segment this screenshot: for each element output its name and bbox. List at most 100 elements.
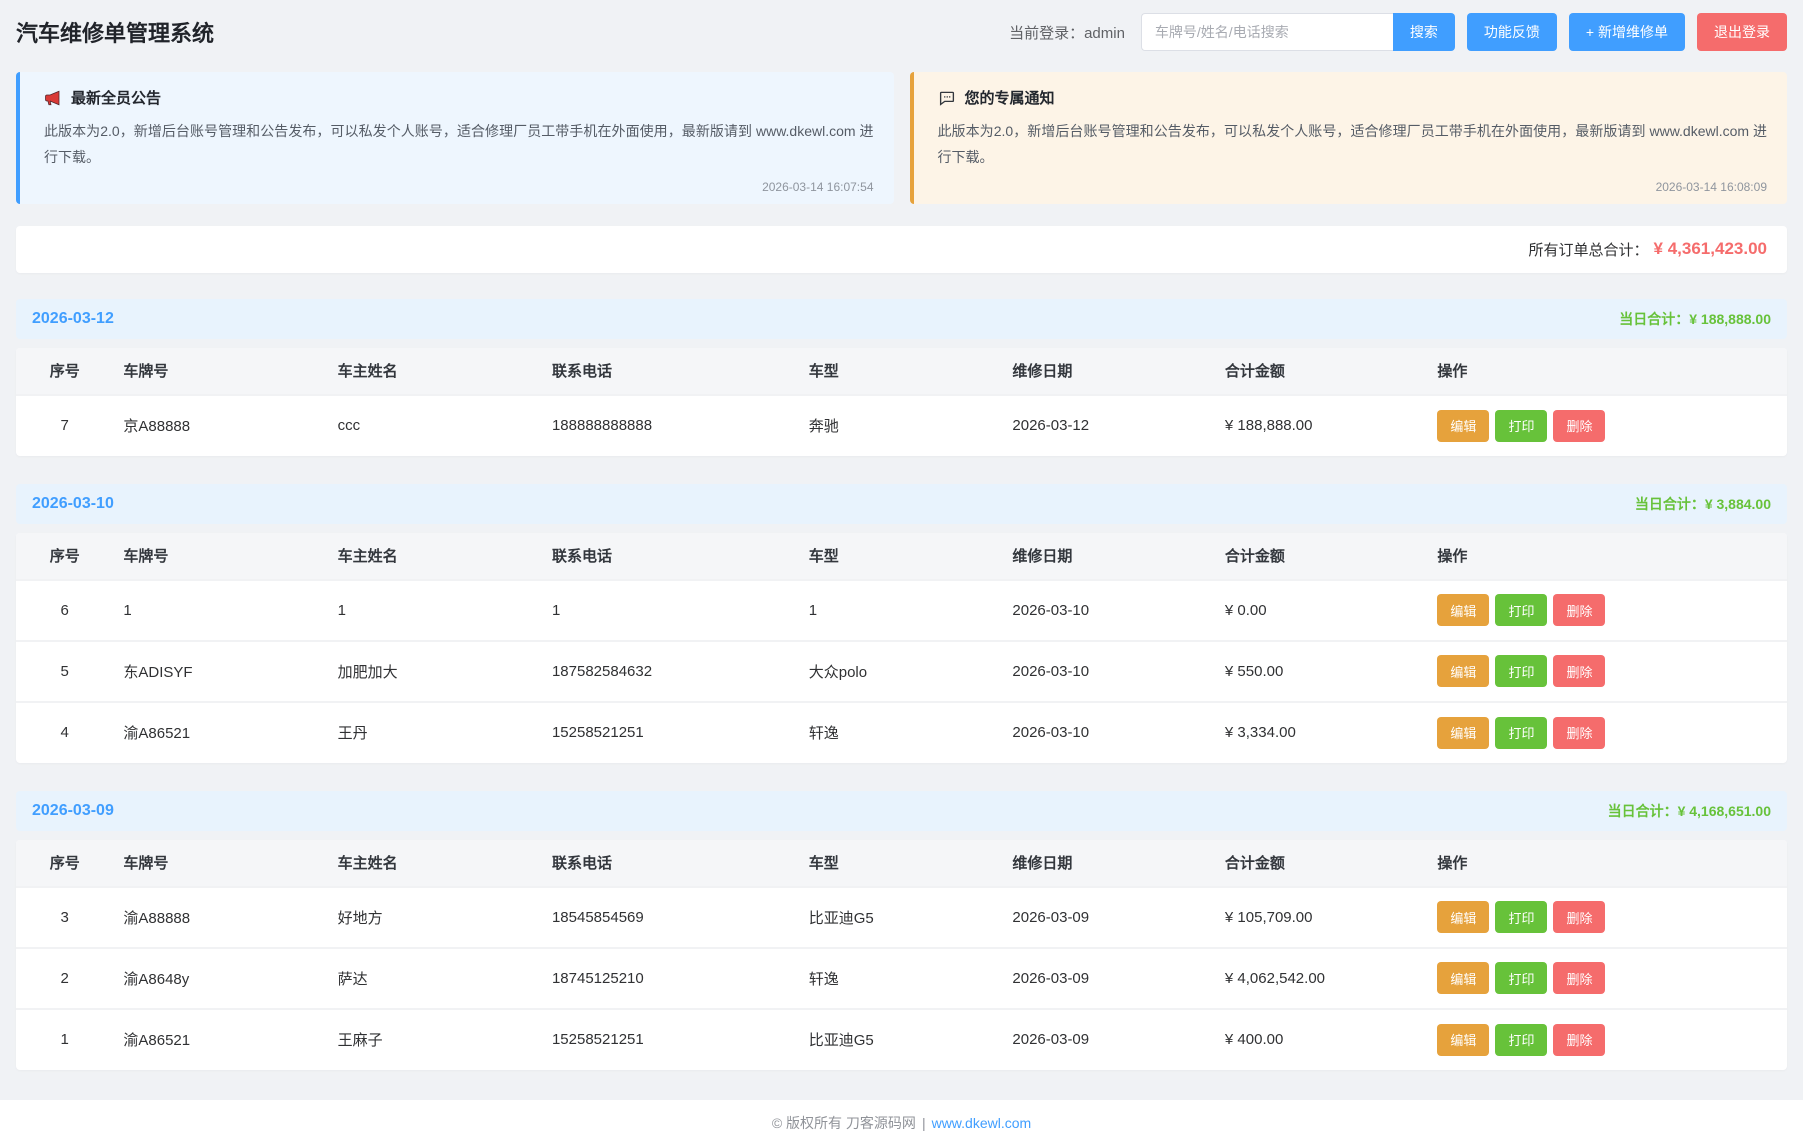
print-button[interactable]: 打印 <box>1495 410 1547 442</box>
search-input[interactable] <box>1141 13 1393 51</box>
column-header-phone: 联系电话 <box>542 840 799 887</box>
day-date: 2026-03-12 <box>32 310 114 328</box>
column-header-phone: 联系电话 <box>542 533 799 580</box>
day-date: 2026-03-10 <box>32 495 114 513</box>
edit-button[interactable]: 编辑 <box>1437 410 1489 442</box>
cell-actions: 编辑打印删除 <box>1427 702 1787 763</box>
orders-total-label: 所有订单总合计： <box>1529 239 1649 260</box>
table-row: 2渝A8648y萨达18745125210轩逸2026-03-09¥ 4,062… <box>16 948 1787 1009</box>
cell-owner: 王丹 <box>328 702 542 763</box>
cell-plate: 渝A86521 <box>113 702 327 763</box>
cell-amount: ¥ 400.00 <box>1215 1009 1428 1070</box>
delete-button[interactable]: 删除 <box>1553 410 1605 442</box>
cell-actions: 编辑打印删除 <box>1427 1009 1787 1070</box>
orders-table: 序号车牌号车主姓名联系电话车型维修日期合计金额操作3渝A88888好地方1854… <box>16 840 1787 1070</box>
daily-total: 当日合计：¥ 4,168,651.00 <box>1608 801 1771 821</box>
table-row: 3渝A88888好地方18545854569比亚迪G52026-03-09¥ 1… <box>16 887 1787 948</box>
cell-date: 2026-03-09 <box>1002 887 1215 948</box>
cell-actions: 编辑打印删除 <box>1427 580 1787 641</box>
announcement-title-row: 最新全员公告 <box>44 87 874 108</box>
cell-actions: 编辑打印删除 <box>1427 887 1787 948</box>
day-header: 2026-03-10当日合计：¥ 3,884.00 <box>16 484 1787 524</box>
login-status: 当前登录：admin <box>1009 22 1125 43</box>
cell-model: 奔驰 <box>799 395 1003 456</box>
cell-plate: 1 <box>113 580 327 641</box>
search-button[interactable]: 搜索 <box>1393 13 1455 51</box>
column-header-model: 车型 <box>799 840 1003 887</box>
cell-phone: 187582584632 <box>542 641 799 702</box>
delete-button[interactable]: 删除 <box>1553 1024 1605 1056</box>
column-header-date: 维修日期 <box>1002 348 1215 395</box>
delete-button[interactable]: 删除 <box>1553 717 1605 749</box>
delete-button[interactable]: 删除 <box>1553 901 1605 933</box>
print-button[interactable]: 打印 <box>1495 717 1547 749</box>
search-group: 搜索 <box>1141 13 1455 51</box>
day-date: 2026-03-09 <box>32 802 114 820</box>
print-button[interactable]: 打印 <box>1495 901 1547 933</box>
print-button[interactable]: 打印 <box>1495 594 1547 626</box>
day-header: 2026-03-12当日合计：¥ 188,888.00 <box>16 299 1787 339</box>
footer: © 版权所有 刀客源码网 | www.dkewl.com <box>0 1100 1803 1147</box>
delete-button[interactable]: 删除 <box>1553 962 1605 994</box>
cell-phone: 15258521251 <box>542 1009 799 1070</box>
speech-bubble-icon <box>938 89 956 107</box>
column-header-actions: 操作 <box>1427 533 1787 580</box>
cell-phone: 15258521251 <box>542 702 799 763</box>
cell-plate: 渝A86521 <box>113 1009 327 1070</box>
cell-phone: 18545854569 <box>542 887 799 948</box>
cell-phone: 188888888888 <box>542 395 799 456</box>
cell-date: 2026-03-10 <box>1002 580 1215 641</box>
announcement-card: 最新全员公告 此版本为2.0，新增后台账号管理和公告发布，可以私发个人账号，适合… <box>16 72 894 204</box>
repair-day-section: 2026-03-12当日合计：¥ 188,888.00 序号车牌号车主姓名联系电话… <box>16 299 1787 456</box>
column-header-plate: 车牌号 <box>113 533 327 580</box>
column-header-model: 车型 <box>799 348 1003 395</box>
personal-notice-title: 您的专属通知 <box>965 87 1055 108</box>
column-header-owner: 车主姓名 <box>328 840 542 887</box>
print-button[interactable]: 打印 <box>1495 655 1547 687</box>
feedback-button[interactable]: 功能反馈 <box>1467 13 1557 51</box>
footer-link[interactable]: www.dkewl.com <box>932 1115 1032 1131</box>
repair-day-section: 2026-03-09 当日合计：¥ 4,168,651.00 序号车牌号车主姓名联系… <box>16 791 1787 1070</box>
delete-button[interactable]: 删除 <box>1553 594 1605 626</box>
personal-notice-card: 您的专属通知 此版本为2.0，新增后台账号管理和公告发布，可以私发个人账号，适合… <box>910 72 1788 204</box>
edit-button[interactable]: 编辑 <box>1437 717 1489 749</box>
cell-owner: ccc <box>328 395 542 456</box>
day-header: 2026-03-09 当日合计：¥ 4,168,651.00 <box>16 791 1787 831</box>
day-sections: 2026-03-12当日合计：¥ 188,888.00 序号车牌号车主姓名联系电话… <box>16 299 1787 1070</box>
print-button[interactable]: 打印 <box>1495 1024 1547 1056</box>
cell-date: 2026-03-09 <box>1002 948 1215 1009</box>
column-header-plate: 车牌号 <box>113 348 327 395</box>
table-row: 611112026-03-10¥ 0.00编辑打印删除 <box>16 580 1787 641</box>
edit-button[interactable]: 编辑 <box>1437 962 1489 994</box>
cell-seq: 3 <box>16 887 113 948</box>
add-repair-order-button[interactable]: + 新增维修单 <box>1569 13 1685 51</box>
column-header-amount: 合计金额 <box>1215 533 1428 580</box>
cell-amount: ¥ 3,334.00 <box>1215 702 1428 763</box>
cell-model: 轩逸 <box>799 702 1003 763</box>
table-row: 1渝A86521王麻子15258521251比亚迪G52026-03-09¥ 4… <box>16 1009 1787 1070</box>
column-header-amount: 合计金额 <box>1215 348 1428 395</box>
cell-plate: 东ADISYF <box>113 641 327 702</box>
orders-total-bar: 所有订单总合计： ¥ 4,361,423.00 <box>16 226 1787 273</box>
logout-button[interactable]: 退出登录 <box>1697 13 1787 51</box>
edit-button[interactable]: 编辑 <box>1437 901 1489 933</box>
edit-button[interactable]: 编辑 <box>1437 655 1489 687</box>
notices: 最新全员公告 此版本为2.0，新增后台账号管理和公告发布，可以私发个人账号，适合… <box>16 72 1787 204</box>
table-row: 4渝A86521王丹15258521251轩逸2026-03-10¥ 3,334… <box>16 702 1787 763</box>
announcement-body: 此版本为2.0，新增后台账号管理和公告发布，可以私发个人账号，适合修理厂员工带手… <box>44 119 874 171</box>
cell-owner: 好地方 <box>328 887 542 948</box>
cell-model: 大众polo <box>799 641 1003 702</box>
cell-plate: 京A88888 <box>113 395 327 456</box>
cell-owner: 萨达 <box>328 948 542 1009</box>
orders-table: 序号车牌号车主姓名联系电话车型维修日期合计金额操作7京A88888ccc1888… <box>16 348 1787 456</box>
delete-button[interactable]: 删除 <box>1553 655 1605 687</box>
cell-owner: 加肥加大 <box>328 641 542 702</box>
print-button[interactable]: 打印 <box>1495 962 1547 994</box>
edit-button[interactable]: 编辑 <box>1437 594 1489 626</box>
orders-total-amount: ¥ 4,361,423.00 <box>1654 239 1767 259</box>
personal-notice-body: 此版本为2.0，新增后台账号管理和公告发布，可以私发个人账号，适合修理厂员工带手… <box>938 119 1768 171</box>
cell-actions: 编辑打印删除 <box>1427 641 1787 702</box>
orders-table: 序号车牌号车主姓名联系电话车型维修日期合计金额操作611112026-03-10… <box>16 533 1787 763</box>
edit-button[interactable]: 编辑 <box>1437 1024 1489 1056</box>
cell-seq: 2 <box>16 948 113 1009</box>
